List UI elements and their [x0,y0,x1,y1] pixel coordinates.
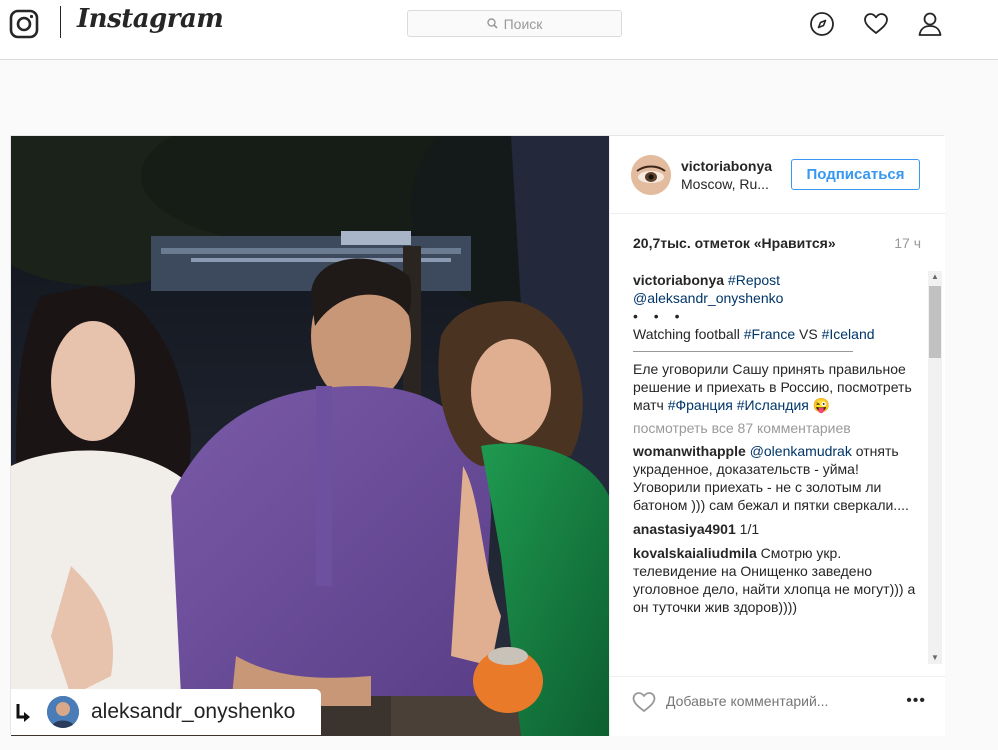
scroll-down-arrow-icon[interactable]: ▼ [928,652,942,664]
comments-scrollbar[interactable]: ▲ ▼ [928,271,942,664]
comments-list: victoriabonya #Repost @aleksandr_onyshen… [633,271,923,664]
comment-username[interactable]: anastasiya4901 [633,521,736,537]
post-card: aleksandr_onyshenko victoriabonya Moscow… [10,135,946,736]
repost-badge: aleksandr_onyshenko [11,689,321,735]
caption: victoriabonya #Repost @aleksandr_onyshen… [633,271,923,414]
scroll-up-arrow-icon[interactable]: ▲ [928,271,942,283]
scroll-thumb[interactable] [929,286,941,358]
comment-text: 1/1 [739,521,760,537]
search-placeholder: Поиск [503,15,543,32]
explore-compass-icon[interactable] [809,11,835,37]
comment-item: anastasiya4901 1/1 [633,520,923,538]
nav-divider [60,6,61,38]
comment-username[interactable]: womanwithapple [633,443,746,459]
post-time[interactable]: 17 ч [894,235,921,251]
instagram-wordmark[interactable]: Instagram [77,4,224,34]
caption-username[interactable]: victoriabonya [633,272,724,288]
caption-text: Watching football [633,326,744,342]
hashtag-france[interactable]: #France [744,326,795,342]
caption-divider [633,351,853,352]
post-photo-illustration [11,136,609,736]
repost-avatar [47,696,79,728]
hashtag-repost[interactable]: #Repost [728,272,780,288]
top-navigation: Instagram Поиск [0,0,998,60]
comment-item: womanwithapple @olenkamudrak отнять укра… [633,442,923,514]
view-all-comments-link[interactable]: посмотреть все 87 комментариев [633,419,923,437]
instagram-logo-icon[interactable] [9,9,39,39]
repost-arrow-icon [16,704,30,722]
comment-username[interactable]: kovalskaialiudmila [633,545,757,561]
author-avatar[interactable] [631,155,671,195]
profile-icon[interactable] [917,11,943,37]
caption-vs: VS [795,326,822,342]
mention-link[interactable]: @aleksandr_onyshenko [633,290,783,306]
like-heart-icon[interactable] [632,691,656,713]
follow-button[interactable]: Подписаться [791,159,920,190]
author-username[interactable]: victoriabonya [681,158,772,174]
heart-icon[interactable] [863,11,889,37]
hashtag-france-ru[interactable]: #Франция [668,397,733,413]
more-options-icon[interactable]: ••• [906,692,926,710]
post-photo[interactable]: aleksandr_onyshenko [11,136,609,736]
repost-username: aleksandr_onyshenko [91,700,296,723]
hashtag-iceland[interactable]: #Iceland [822,326,875,342]
comment-item: kovalskaialiudmila Смотрю укр. телевиден… [633,544,923,616]
caption-emoji: 😜 [812,397,831,413]
comment-mention[interactable]: @olenkamudrak [750,443,852,459]
post-header: victoriabonya Moscow, Ru... Подписаться [610,136,946,214]
add-comment-row: ••• [610,676,946,736]
caption-dots: • • • [633,308,686,324]
search-icon [486,18,498,29]
author-location[interactable]: Moscow, Ru... [681,176,769,192]
likes-count[interactable]: 20,7тыс. отметок «Нравится» [633,235,836,251]
search-input[interactable]: Поиск [407,10,622,37]
post-sidebar: victoriabonya Moscow, Ru... Подписаться … [609,136,946,736]
hashtag-iceland-ru[interactable]: #Исландия [737,397,809,413]
add-comment-input[interactable] [666,693,876,709]
